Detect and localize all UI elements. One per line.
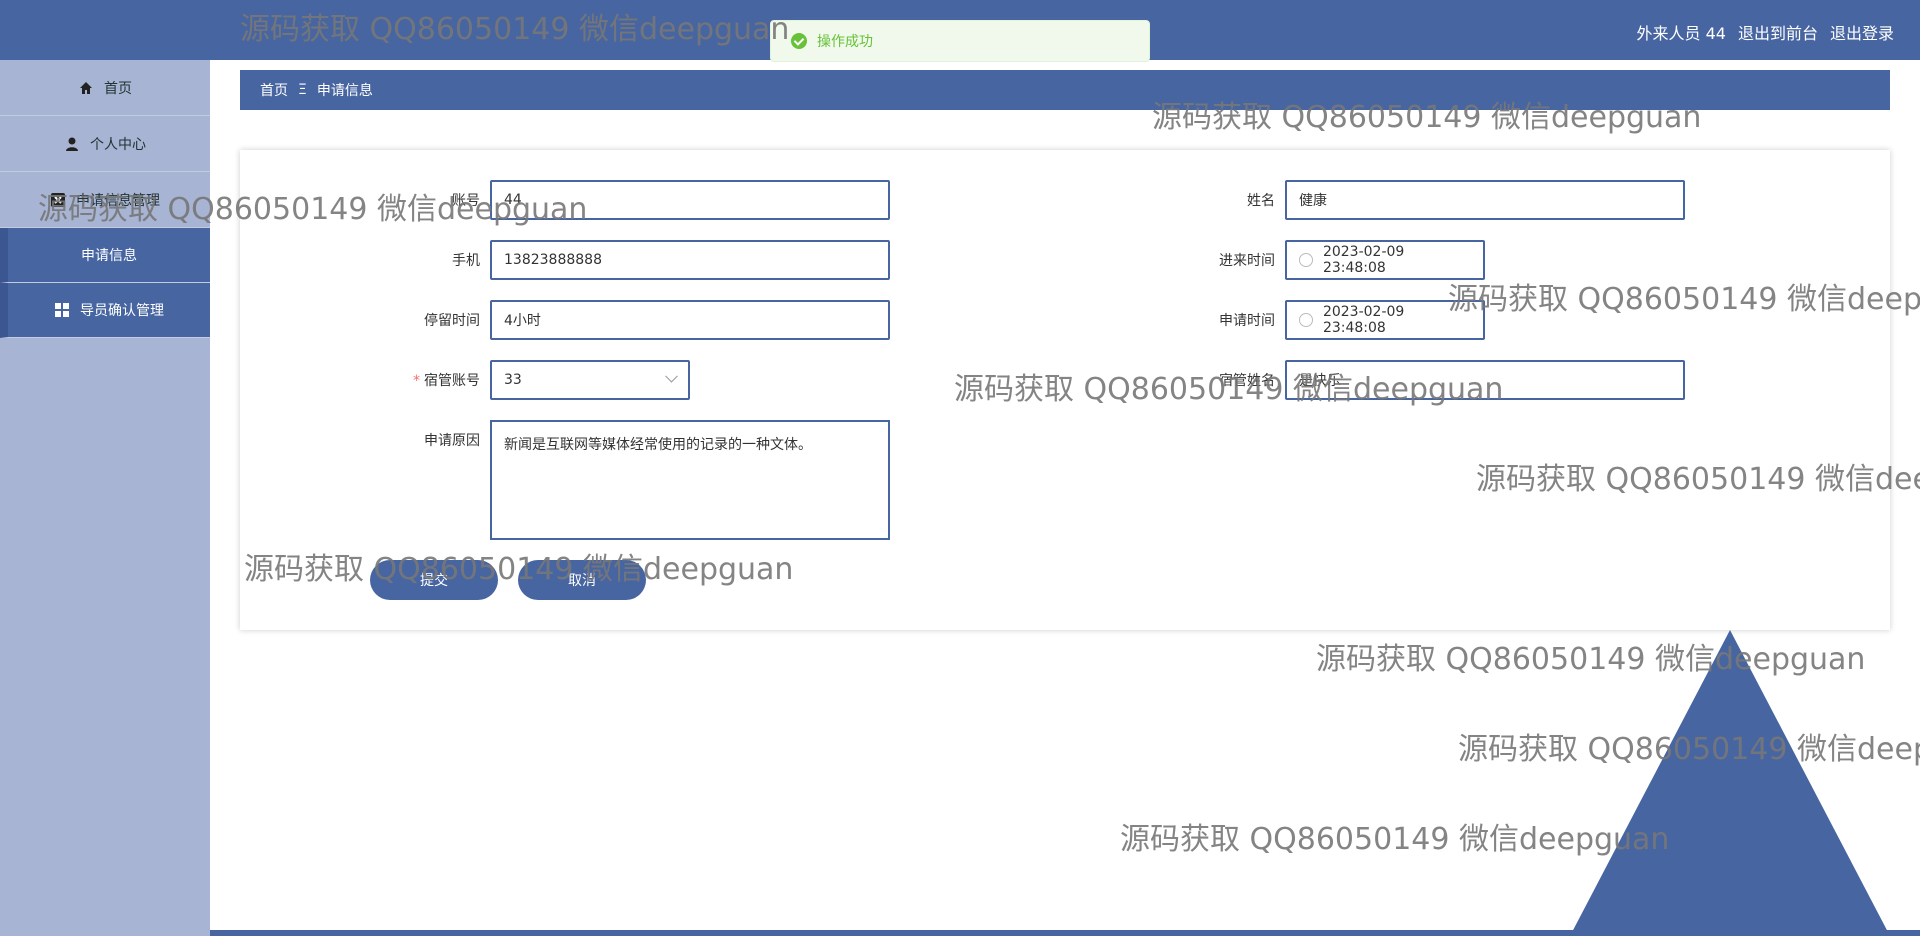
name-value: 健康 (1299, 193, 1327, 209)
reason-textarea[interactable]: 新闻是互联网等媒体经常使用的记录的一种文体。 (490, 420, 890, 540)
phone-field[interactable]: 13823888888 (490, 240, 890, 280)
sidebar-item-label: 导员确认管理 (80, 303, 164, 319)
sidebar-item-label: 个人中心 (90, 136, 146, 153)
logout-link[interactable]: 退出登录 (1830, 20, 1894, 44)
sidebar-item-profile[interactable]: 个人中心 (0, 116, 210, 172)
back-to-front-link[interactable]: 退出到前台 (1738, 20, 1818, 44)
chevron-down-icon (665, 369, 678, 383)
watermark: 源码获取 QQ86050149 微信deepguan (954, 372, 1504, 407)
watermark: 源码获取 QQ86050149 微信deepguan (38, 192, 588, 227)
stay-field[interactable]: 4小时 (490, 300, 890, 340)
watermark: 源码获取 QQ86050149 微信deepguan (1120, 822, 1670, 857)
in-time-value: 2023-02-09 23:48:08 (1322, 244, 1405, 276)
current-user: 外来人员 44 (1636, 24, 1726, 43)
breadcrumb-current: 申请信息 (316, 83, 373, 99)
toast-text: 操作成功 (817, 34, 873, 50)
watermark: 源码获取 QQ86050149 微信deepguan (244, 552, 794, 587)
grid-icon (55, 303, 69, 317)
clock-icon (1299, 253, 1313, 267)
sidebar-item-home[interactable]: 首页 (0, 60, 210, 116)
sidebar-item-label: 申请信息 (81, 248, 137, 264)
watermark: 源码获取 QQ86050149 微信deepguan (240, 12, 790, 47)
user-icon (66, 137, 78, 151)
manager-account-label: * 宿管账号 (413, 373, 480, 389)
watermark: 源码获取 QQ86050149 微信dee (1476, 462, 1920, 497)
name-field[interactable]: 健康 (1285, 180, 1685, 220)
check-circle-icon (791, 33, 807, 49)
name-label: 姓名 (1247, 193, 1275, 209)
breadcrumb-home[interactable]: 首页 (260, 80, 288, 100)
watermark: 源码获取 QQ86050149 微信deepg (1448, 282, 1920, 317)
sidebar-item-counselor-confirm[interactable]: 导员确认管理 (0, 283, 210, 338)
stay-value: 4小时 (504, 313, 541, 329)
breadcrumb-separator: Ξ (298, 82, 307, 98)
phone-value: 13823888888 (504, 252, 602, 268)
in-time-label: 进来时间 (1219, 253, 1275, 269)
sidebar-item-apply-info[interactable]: 申请信息 (0, 228, 210, 283)
watermark: 源码获取 QQ86050149 微信deepguan (1152, 100, 1702, 135)
manager-account-select[interactable]: 33 (490, 360, 690, 400)
required-mark: * (413, 373, 420, 389)
watermark: 源码获取 QQ86050149 微信deepguan (1316, 642, 1866, 677)
success-toast: 操作成功 (770, 20, 1150, 62)
sidebar-item-label: 首页 (104, 80, 132, 97)
user-area: 外来人员 44 退出到前台 退出登录 (1637, 20, 1894, 44)
home-icon (80, 81, 92, 94)
apply-time-label: 申请时间 (1219, 313, 1275, 329)
manager-account-value: 33 (504, 372, 522, 388)
watermark: 源码获取 QQ86050149 微信deep (1458, 732, 1920, 767)
bottom-border (210, 930, 1920, 936)
clock-icon (1299, 313, 1313, 327)
phone-label: 手机 (452, 253, 480, 269)
reason-label: 申请原因 (424, 433, 480, 449)
stay-label: 停留时间 (424, 313, 480, 329)
